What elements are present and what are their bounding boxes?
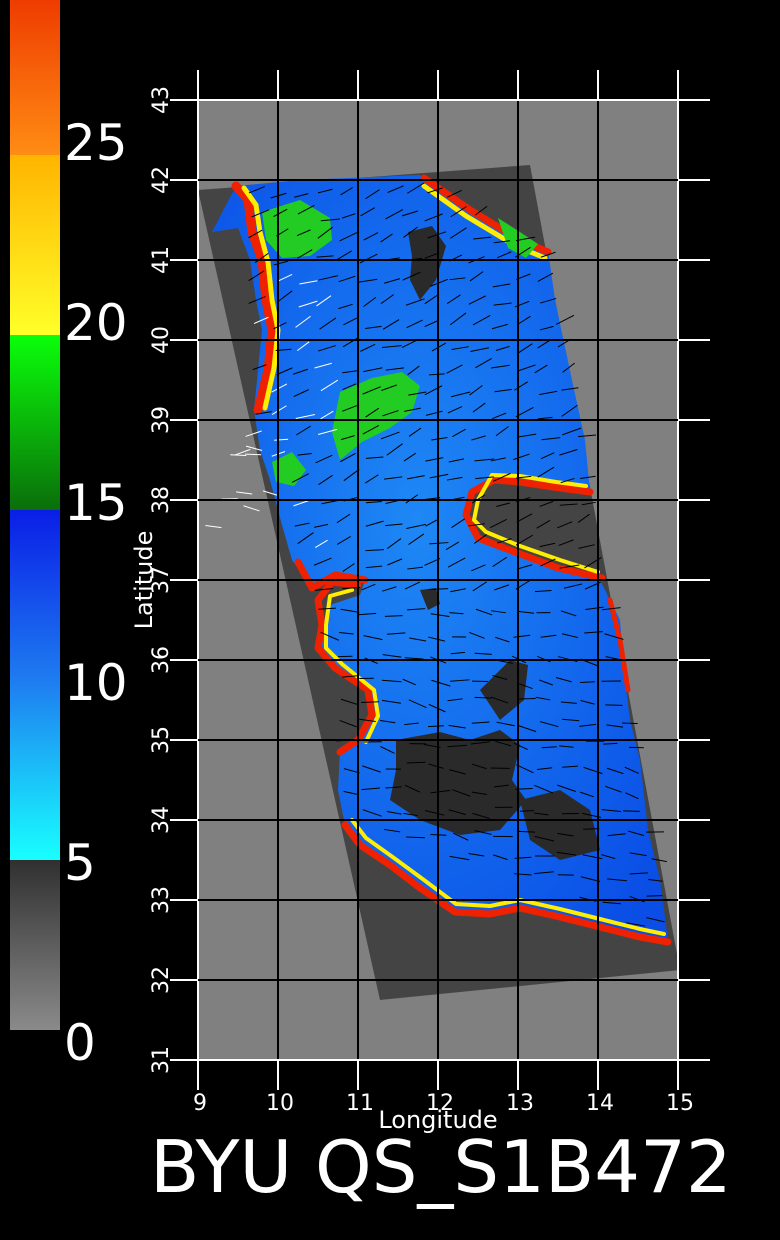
colorbar-tick-label: 5	[64, 834, 96, 892]
latitude-tick-label: 40	[149, 326, 174, 354]
colorbar-tick-label: 15	[64, 474, 128, 532]
colorbar-segment-5-10	[10, 680, 60, 860]
latitude-tick-label: 35	[149, 726, 174, 754]
latitude-tick-label: 42	[149, 166, 174, 194]
latitude-tick-label: 41	[149, 246, 174, 274]
latitude-tick-label: 36	[149, 646, 174, 674]
wind-vector	[519, 810, 535, 812]
colorbar-segment-0-5	[10, 860, 60, 1030]
latitude-tick-label: 32	[149, 966, 174, 994]
latitude-tick-label: 39	[149, 406, 174, 434]
longitude-tick-label: 13	[506, 1091, 534, 1116]
colorbar-tick-label: 20	[64, 294, 128, 352]
wind-vector	[646, 895, 663, 897]
longitude-tick-label: 14	[586, 1091, 614, 1116]
wind-speed-map-figure: 0 5 10 15 20 25 9 10 11 12 13 14 15 3132…	[10, 0, 732, 1209]
wind-vector	[583, 828, 600, 830]
y-axis-label: Latitude	[130, 531, 158, 630]
latitude-tick-label: 33	[149, 886, 174, 914]
colorbar-segment-10-15	[10, 510, 60, 680]
latitude-tick-label: 43	[149, 86, 174, 114]
wind-vector	[361, 701, 380, 703]
rain-flagged-wind-vector	[245, 453, 262, 456]
colorbar: 0 5 10 15 20 25	[10, 0, 128, 1072]
footer-title: BYU QS_S1B472	[150, 1125, 732, 1209]
colorbar-segment-15-20	[10, 335, 60, 510]
longitude-tick-label: 9	[193, 1091, 207, 1116]
longitude-tick-label: 11	[346, 1091, 374, 1116]
colorbar-segment-25-up	[10, 0, 60, 155]
colorbar-tick-labels: 0 5 10 15 20 25	[64, 114, 128, 1072]
wind-vector	[605, 704, 623, 706]
map-plot: 9 10 11 12 13 14 15 31323334353637383940414243…	[130, 70, 710, 1134]
latitude-tick-label: 34	[149, 806, 174, 834]
colorbar-tick-label: 0	[64, 1014, 96, 1072]
colorbar-tick-label: 25	[64, 114, 128, 172]
latitude-tick-label: 38	[149, 486, 174, 514]
longitude-tick-label: 10	[266, 1091, 294, 1116]
longitude-tick-label: 15	[666, 1091, 694, 1116]
colorbar-segment-20-25	[10, 155, 60, 335]
latitude-tick-label: 31	[149, 1046, 174, 1074]
wind-vector	[603, 742, 618, 745]
colorbar-tick-label: 10	[64, 654, 128, 712]
